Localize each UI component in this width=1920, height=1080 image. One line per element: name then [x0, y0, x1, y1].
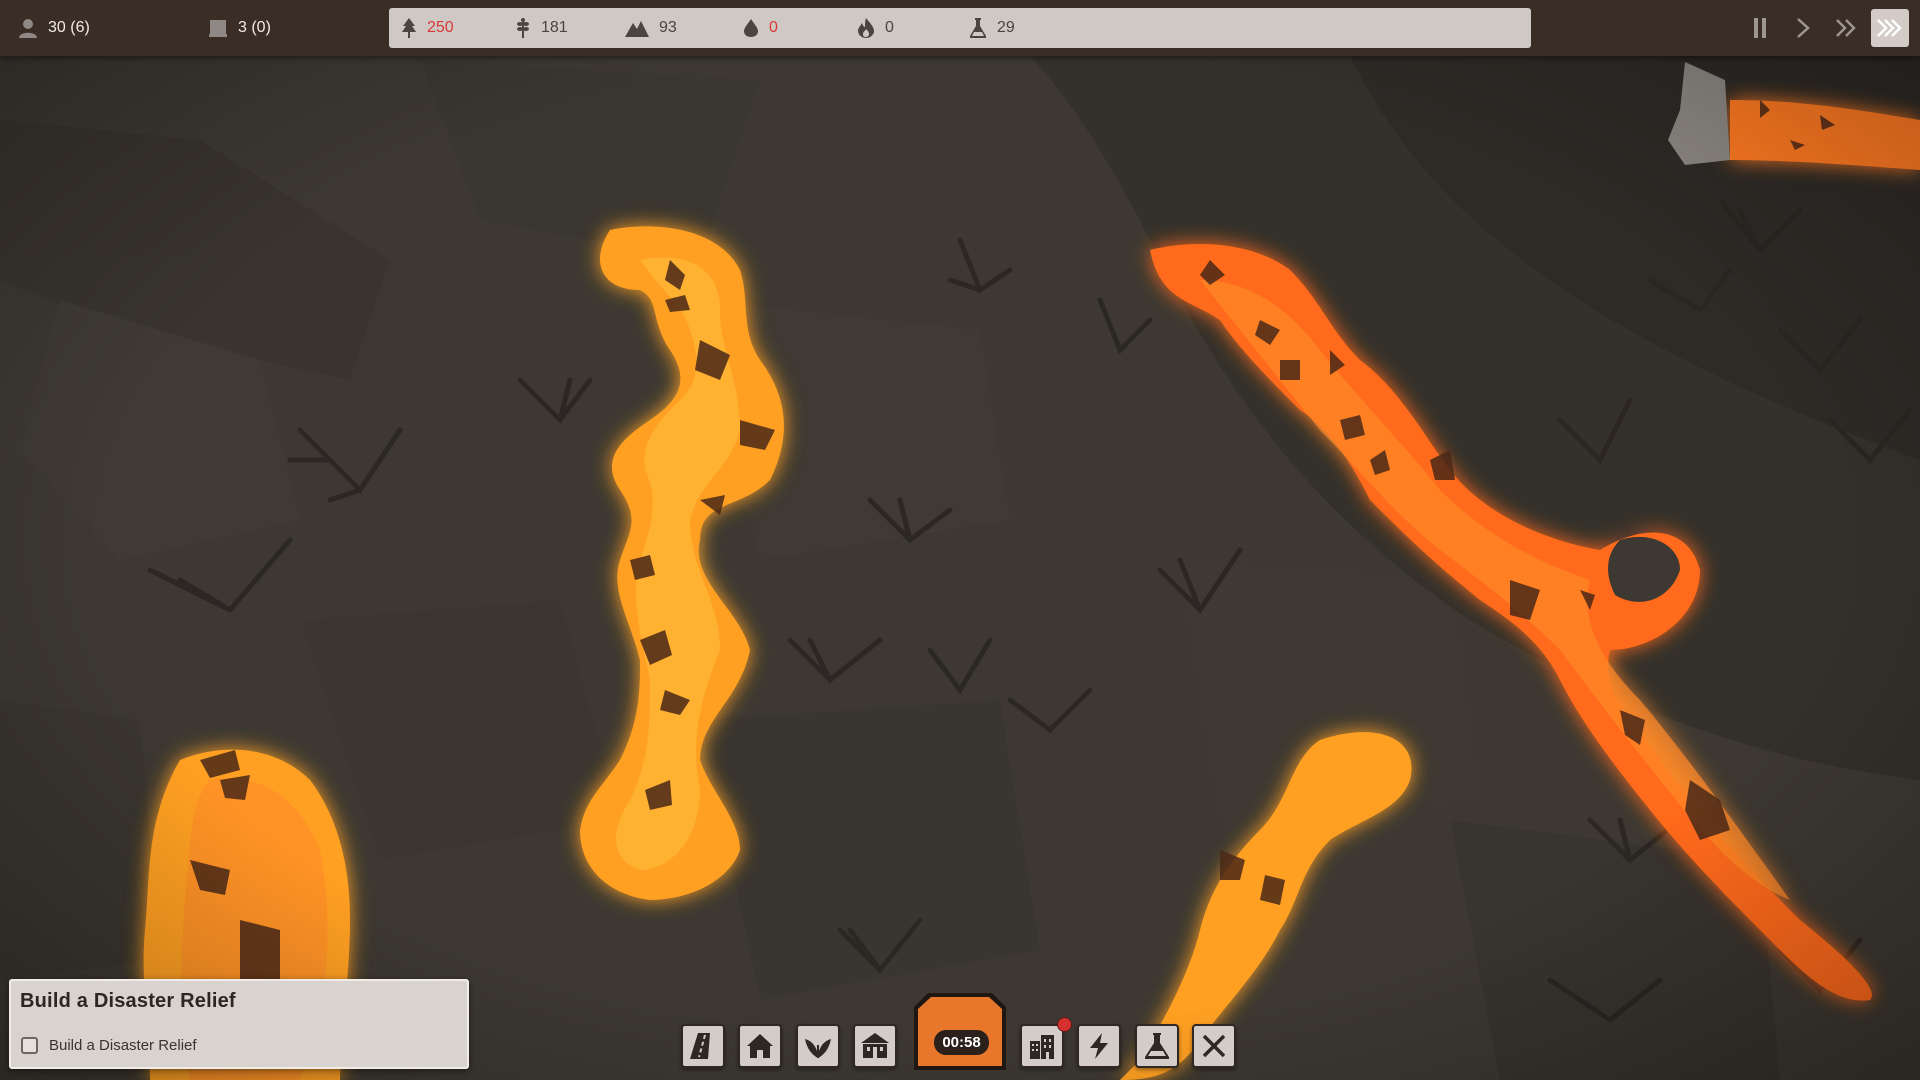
power-tool-button[interactable]: [1077, 1024, 1121, 1068]
resource-food: 181: [515, 8, 568, 48]
town-hall-icon: [861, 1033, 889, 1058]
game-world-map[interactable]: [0, 0, 1920, 1080]
resource-research: 29: [969, 8, 1015, 48]
resource-fire: 0: [857, 8, 894, 48]
tree-icon: [402, 18, 416, 38]
resource-panel: 250 181 93 0 0 29: [389, 8, 1531, 48]
stone-value: 93: [659, 19, 677, 36]
wood-value: 250: [427, 19, 454, 36]
housing-value: 3 (0): [238, 19, 271, 36]
fire-value: 0: [885, 19, 894, 36]
fastest-forward-icon: [1877, 19, 1902, 37]
objective-title: Build a Disaster Relief: [20, 990, 236, 1012]
farm-tool-button[interactable]: [796, 1024, 840, 1068]
fast-forward-button[interactable]: [1827, 9, 1865, 47]
timer-value: 00:58: [934, 1030, 989, 1055]
disaster-timer: 00:58: [914, 993, 1006, 1070]
pause-button[interactable]: [1741, 9, 1779, 47]
water-value: 0: [769, 19, 778, 36]
research-tool-button[interactable]: [1135, 1024, 1179, 1068]
population-stat: 30 (6): [18, 0, 90, 56]
road-icon: [690, 1033, 710, 1059]
flame-icon: [858, 18, 874, 38]
food-value: 181: [541, 19, 568, 36]
objective-task-label: Build a Disaster Relief: [49, 1037, 197, 1054]
fast-forward-icon: [1836, 19, 1856, 37]
resource-wood: 250: [401, 8, 454, 48]
buildings-tool-button[interactable]: [1020, 1024, 1064, 1068]
notification-dot: [1057, 1017, 1072, 1032]
pause-icon: [1754, 18, 1766, 38]
droplet-icon: [744, 19, 758, 37]
road-tool-button[interactable]: [681, 1024, 725, 1068]
population-value: 30 (6): [48, 19, 90, 36]
mountain-icon: [625, 21, 649, 37]
flask-icon: [1145, 1033, 1169, 1059]
close-icon: [1202, 1034, 1226, 1058]
fastest-forward-button[interactable]: [1871, 9, 1909, 47]
research-value: 29: [997, 19, 1015, 36]
resource-stone: 93: [625, 8, 677, 48]
housing-stat: 3 (0): [208, 0, 271, 56]
civic-tool-button[interactable]: [853, 1024, 897, 1068]
wheat-icon: [517, 18, 529, 38]
resource-water: 0: [743, 8, 778, 48]
building-icon: [1030, 1035, 1054, 1059]
demolish-tool-button[interactable]: [1192, 1024, 1236, 1068]
house-icon: [747, 1034, 773, 1058]
play-icon: [1797, 18, 1810, 38]
objective-panel: Build a Disaster Relief Build a Disaster…: [9, 979, 469, 1069]
play-button[interactable]: [1784, 9, 1822, 47]
lightning-icon: [1090, 1033, 1108, 1059]
objective-checkbox[interactable]: [21, 1037, 38, 1054]
top-hud-bar: 30 (6) 3 (0) 250 181 93 0 0 29: [0, 0, 1920, 56]
person-icon: [19, 19, 37, 38]
flask-icon: [970, 18, 986, 38]
farm-leaf-icon: [805, 1039, 831, 1058]
house-block-icon: [209, 20, 227, 37]
housing-tool-button[interactable]: [738, 1024, 782, 1068]
